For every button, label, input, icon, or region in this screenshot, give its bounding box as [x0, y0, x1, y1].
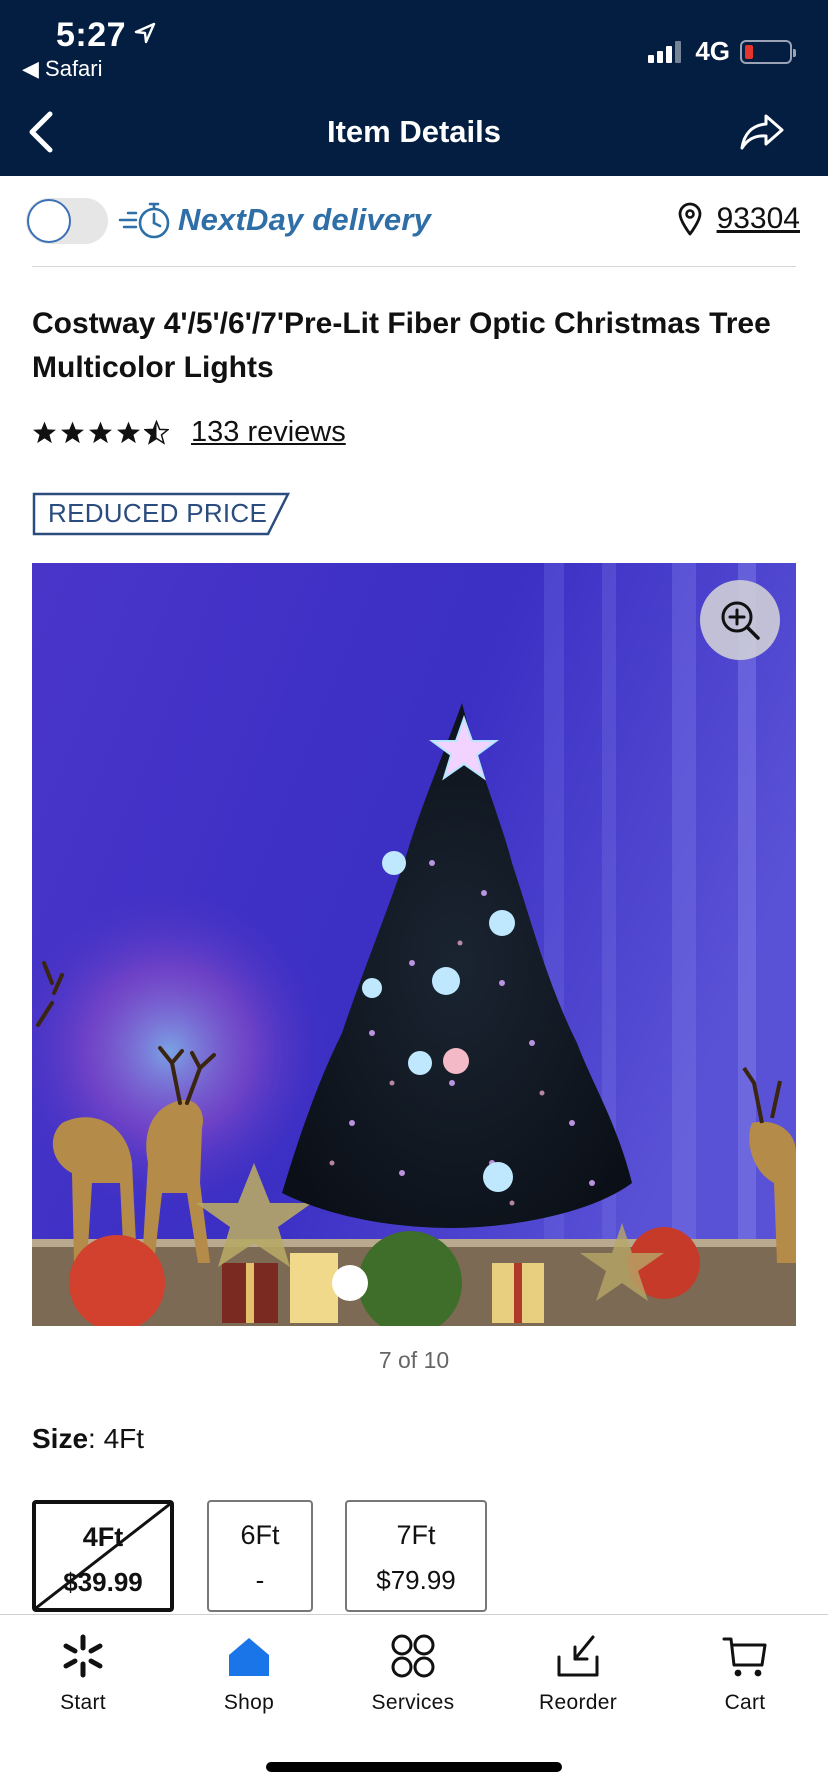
- reviews-link[interactable]: 133 reviews: [191, 416, 346, 449]
- tab-start[interactable]: Start: [18, 1633, 148, 1715]
- product-image[interactable]: [32, 563, 796, 1326]
- badge-text: REDUCED PRICE: [48, 498, 268, 528]
- delivery-row: NextDay delivery 93304: [26, 196, 800, 244]
- star-full-icon: [89, 421, 112, 444]
- rating-row: 133 reviews: [32, 416, 346, 449]
- location-pin-icon: [678, 202, 701, 236]
- size-option-4ft[interactable]: 4Ft $39.99: [32, 1500, 174, 1612]
- tab-label: Shop: [223, 1691, 275, 1714]
- zoom-in-icon: [721, 601, 760, 640]
- tab-label: Start: [60, 1691, 106, 1714]
- star-full-icon: [33, 421, 56, 444]
- grid-icon: [391, 1634, 435, 1678]
- size-option-7ft[interactable]: 7Ft $79.99: [345, 1500, 487, 1612]
- size-selected-value: 4Ft: [103, 1423, 145, 1454]
- cart-icon: [722, 1637, 767, 1677]
- product-title: Costway 4'/5'/6'/7'Pre-Lit Fiber Optic C…: [32, 307, 771, 384]
- back-to-safari-link[interactable]: ◀ Safari: [22, 56, 103, 82]
- reorder-icon: [557, 1635, 599, 1677]
- nextday-toggle[interactable]: [26, 198, 108, 244]
- size-option-6ft[interactable]: 6Ft -: [207, 1500, 313, 1612]
- tab-shop[interactable]: Shop: [184, 1633, 314, 1715]
- location-arrow-icon: [134, 14, 156, 53]
- spark-icon: [63, 1634, 103, 1678]
- app-header: 5:27 ◀ Safari 4G Item Details: [0, 0, 828, 176]
- zoom-button[interactable]: [700, 580, 780, 660]
- home-icon: [229, 1638, 269, 1676]
- zip-location[interactable]: 93304: [677, 202, 800, 236]
- size-label: Size: 4Ft: [32, 1423, 144, 1455]
- star-half-icon: [144, 420, 169, 445]
- toggle-knob: [27, 199, 71, 243]
- size-option-name: 6Ft: [240, 1520, 280, 1550]
- tab-label: Cart: [724, 1691, 766, 1714]
- zip-code-link[interactable]: 93304: [717, 202, 800, 236]
- star-full-icon: [117, 421, 140, 444]
- size-label-key: Size: [32, 1423, 89, 1454]
- battery-icon: [740, 39, 796, 64]
- tab-label: Services: [371, 1691, 455, 1714]
- reduced-price-badge: REDUCED PRICE: [32, 492, 292, 536]
- page-title: Item Details: [326, 114, 501, 149]
- size-option-name: 7Ft: [396, 1520, 436, 1550]
- nextday-delivery-label: NextDay delivery: [118, 196, 431, 244]
- tab-cart[interactable]: Cart: [680, 1633, 810, 1715]
- unavailable-strike: [36, 1504, 170, 1608]
- size-option-price: -: [255, 1565, 265, 1595]
- tab-services[interactable]: Services: [348, 1633, 478, 1715]
- nextday-text: NextDay delivery: [178, 202, 432, 237]
- nextday-timer-icon: [118, 202, 170, 239]
- tab-label: Reorder: [539, 1691, 617, 1714]
- star-rating: [32, 420, 169, 445]
- size-colon: :: [88, 1423, 104, 1454]
- tab-reorder[interactable]: Reorder: [513, 1633, 643, 1715]
- star-full-icon: [61, 421, 84, 444]
- status-time-text: 5:27: [56, 16, 127, 54]
- home-indicator[interactable]: [266, 1762, 562, 1772]
- image-counter: 7 of 10: [378, 1347, 450, 1373]
- share-icon: [740, 114, 784, 150]
- size-option-price: $79.99: [376, 1565, 456, 1595]
- network-type: 4G: [695, 36, 730, 66]
- status-time: 5:27: [56, 14, 156, 55]
- status-indicators: 4G: [648, 36, 796, 67]
- cellular-signal-icon: [648, 40, 682, 63]
- share-button[interactable]: [738, 112, 786, 152]
- divider: [32, 266, 796, 267]
